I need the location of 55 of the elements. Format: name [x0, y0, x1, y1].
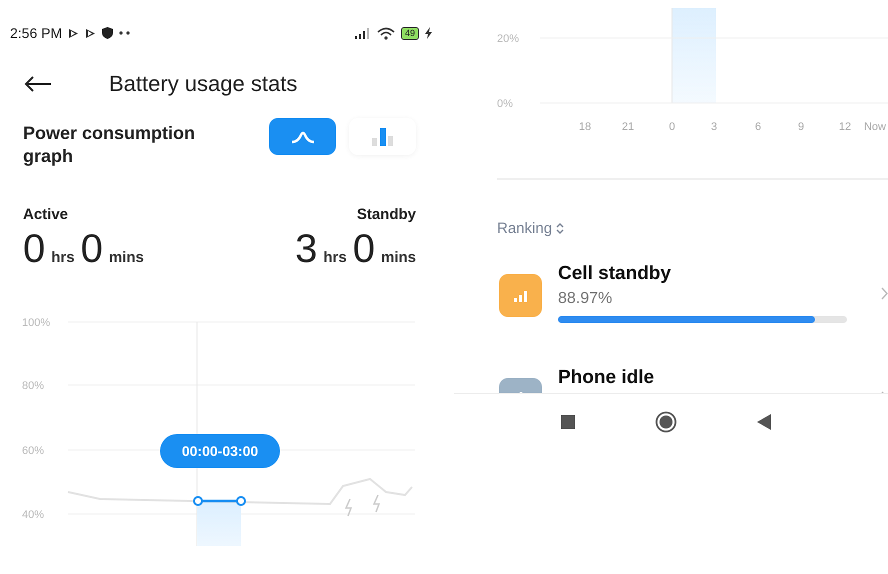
stat-label: Standby: [356, 206, 416, 223]
chevron-icon: [881, 287, 888, 300]
play-store-icon: [68, 28, 80, 38]
bar-chart-icon: [370, 128, 394, 146]
shield-icon: [102, 27, 114, 39]
charging-icon: [425, 27, 432, 39]
app-usage-row[interactable]: Cell standby 88.97%: [454, 237, 888, 341]
battery-icon: 49: [400, 26, 419, 40]
axis-label: 40%: [22, 509, 44, 521]
usage-percent: 88.97%: [558, 290, 614, 308]
more-icon: [119, 31, 132, 35]
time-range-label: 00:00-03:00: [182, 443, 258, 459]
home-icon[interactable]: [655, 410, 677, 432]
app-usage-row[interactable]: Phone idle: [454, 341, 888, 393]
axis-label: Now: [864, 121, 886, 133]
axis-label: 0%: [497, 98, 513, 110]
ranking-sort-button[interactable]: Ranking: [497, 220, 564, 237]
stat-value: 3: [295, 227, 318, 272]
axis-label: 6: [754, 121, 762, 133]
graph-mode-button[interactable]: [269, 118, 336, 155]
app-name: Phone idle: [558, 367, 656, 389]
back-icon[interactable]: [24, 76, 52, 92]
back-icon[interactable]: [757, 414, 771, 430]
axis-label: 20%: [497, 33, 520, 45]
axis-label: 60%: [22, 445, 44, 457]
selection-handle-drawing[interactable]: [193, 496, 246, 506]
axis-label: 0: [668, 121, 676, 133]
section-title: Power consumption graph: [23, 122, 196, 168]
page-title: Battery usage stats: [109, 71, 298, 97]
axis-label: 3: [710, 121, 718, 133]
stat-unit: mins: [380, 249, 416, 266]
axis-label: 21: [622, 121, 634, 133]
stat-unit: hrs: [323, 249, 347, 266]
signal-icon: [514, 290, 528, 302]
axis-label: 100%: [22, 317, 50, 329]
axis-label: 80%: [22, 380, 44, 392]
status-time: 2:56 PM: [10, 25, 62, 41]
selection-highlight: [197, 502, 241, 546]
signal-icon: [354, 28, 371, 38]
stat-value: 0: [352, 227, 375, 272]
stat-value: 0: [23, 227, 46, 272]
stat-unit: hrs: [51, 249, 75, 266]
app-name: Cell standby: [558, 263, 672, 285]
recents-icon[interactable]: [561, 414, 575, 428]
graph-mode-button[interactable]: [349, 118, 416, 155]
wifi-icon: [376, 26, 395, 40]
axis-label: 12: [838, 121, 852, 133]
curve-icon: [290, 130, 316, 144]
play-store-icon: [85, 28, 96, 38]
stat-label: Active: [23, 206, 68, 223]
stat-unit: mins: [108, 249, 144, 266]
sort-icon: [556, 223, 564, 234]
axis-label: 9: [798, 121, 804, 133]
axis-label: 18: [578, 121, 592, 133]
stat-value: 0: [80, 227, 103, 272]
